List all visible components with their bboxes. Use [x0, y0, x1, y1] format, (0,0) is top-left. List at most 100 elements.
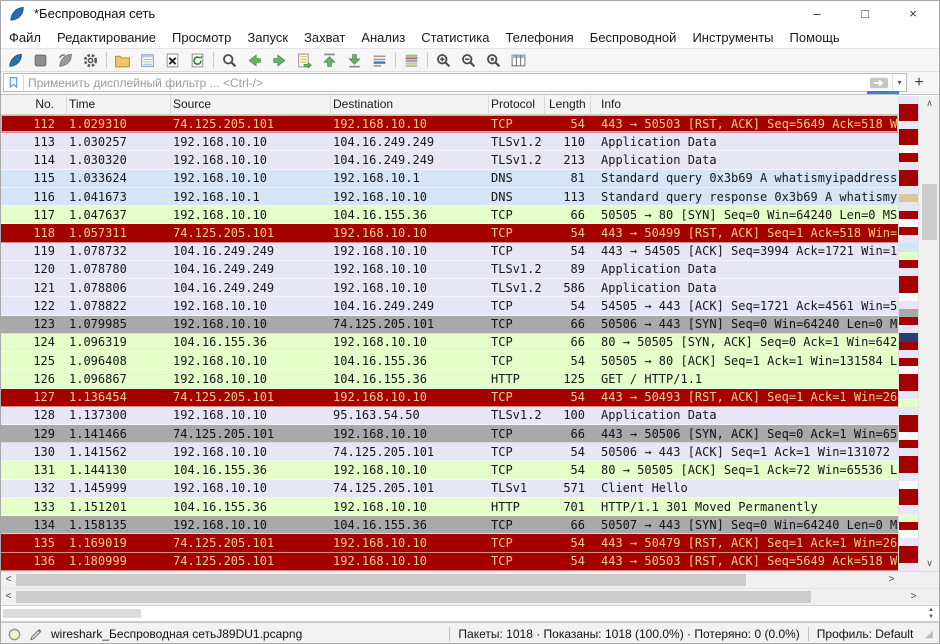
scroll-left-icon[interactable]: < [1, 589, 16, 605]
horizontal-scrollbar-thumb[interactable] [16, 574, 746, 586]
packet-row-121[interactable]: 1211.078806104.16.249.249192.168.10.10TL… [1, 279, 898, 297]
filter-bar: ▾ + [1, 72, 939, 95]
column-header-no[interactable]: No. [1, 95, 67, 114]
pane-spinner-icons[interactable]: ▲▼ [928, 607, 934, 621]
horizontal-scrollbar-pane[interactable]: < > [1, 588, 940, 605]
collapsed-pane-thumb[interactable] [3, 609, 141, 618]
menu-item-10[interactable]: Инструменты [684, 30, 781, 45]
packet-row-127[interactable]: 1271.13645474.125.205.101192.168.10.10TC… [1, 389, 898, 407]
packet-row-122[interactable]: 1221.078822192.168.10.10104.16.249.249TC… [1, 297, 898, 315]
packet-row-113[interactable]: 1131.030257192.168.10.10104.16.249.249TL… [1, 133, 898, 151]
packet-row-126[interactable]: 1261.096867192.168.10.10104.16.155.36HTT… [1, 370, 898, 388]
scroll-up-icon[interactable]: ∧ [919, 96, 940, 111]
packet-row-133[interactable]: 1331.151201104.16.155.36192.168.10.10HTT… [1, 498, 898, 516]
packet-row-114[interactable]: 1141.030320192.168.10.10104.16.249.249TL… [1, 151, 898, 169]
save-file-button[interactable] [135, 49, 160, 71]
packet-minimap[interactable] [898, 96, 918, 571]
packet-cell-destination: 192.168.10.10 [331, 554, 489, 568]
packet-row-112[interactable]: 1121.02931074.125.205.101192.168.10.10TC… [1, 115, 898, 133]
zoom-reset-button[interactable] [481, 49, 506, 71]
packet-row-130[interactable]: 1301.141562192.168.10.1074.125.205.101TC… [1, 443, 898, 461]
zoom-in-button[interactable] [431, 49, 456, 71]
packet-row-118[interactable]: 1181.05731174.125.205.101192.168.10.10TC… [1, 224, 898, 242]
find-packet-button[interactable] [217, 49, 242, 71]
column-header-info[interactable]: Info [591, 95, 898, 114]
capture-options-button[interactable] [78, 49, 103, 71]
menu-item-11[interactable]: Помощь [782, 30, 848, 45]
packet-row-125[interactable]: 1251.096408192.168.10.10104.16.155.36TCP… [1, 352, 898, 370]
packet-row-134[interactable]: 1341.158135192.168.10.10104.16.155.36TCP… [1, 516, 898, 534]
expert-info-icon[interactable] [7, 627, 22, 642]
maximize-button[interactable]: □ [841, 1, 889, 26]
packet-row-115[interactable]: 1151.033624192.168.10.10192.168.10.1DNS8… [1, 170, 898, 188]
close-button[interactable]: × [889, 1, 937, 26]
menu-item-2[interactable]: Редактирование [49, 30, 164, 45]
packet-row-123[interactable]: 1231.079985192.168.10.1074.125.205.101TC… [1, 316, 898, 334]
packet-row-135[interactable]: 1351.16901974.125.205.101192.168.10.10TC… [1, 534, 898, 552]
packet-cell-length: 54 [545, 554, 591, 568]
previous-packet-button[interactable] [242, 49, 267, 71]
packet-row-136[interactable]: 1361.18099974.125.205.101192.168.10.10TC… [1, 553, 898, 571]
packet-row-117[interactable]: 1171.047637192.168.10.10104.16.155.36TCP… [1, 206, 898, 224]
filter-dropdown-caret-icon[interactable]: ▾ [892, 74, 906, 91]
menu-item-5[interactable]: Захват [296, 30, 353, 45]
filter-bookmark-icon[interactable] [4, 74, 24, 91]
minimize-button[interactable]: – [793, 1, 841, 26]
stop-capture-button[interactable] [28, 49, 53, 71]
close-file-button[interactable] [160, 49, 185, 71]
colorize-button[interactable] [399, 49, 424, 71]
packet-row-120[interactable]: 1201.078780104.16.249.249192.168.10.10TL… [1, 261, 898, 279]
zoom-out-button[interactable] [456, 49, 481, 71]
goto-packet-button[interactable] [292, 49, 317, 71]
menu-item-8[interactable]: Телефония [497, 30, 581, 45]
horizontal-scrollbar-thumb[interactable] [16, 591, 811, 603]
next-packet-button[interactable] [267, 49, 292, 71]
scroll-right-icon[interactable]: > [906, 589, 921, 605]
vertical-scrollbar[interactable]: ∧ ∨ [918, 96, 940, 571]
column-header-source[interactable]: Source [171, 95, 331, 114]
scroll-down-icon[interactable]: ∨ [919, 556, 940, 571]
last-packet-button[interactable] [342, 49, 367, 71]
packet-row-119[interactable]: 1191.078732104.16.249.249192.168.10.10TC… [1, 243, 898, 261]
reload-file-button[interactable] [185, 49, 210, 71]
packet-row-124[interactable]: 1241.096319104.16.155.36192.168.10.10TCP… [1, 334, 898, 352]
packet-row-128[interactable]: 1281.137300192.168.10.1095.163.54.50TLSv… [1, 407, 898, 425]
capture-comment-pen-icon[interactable] [29, 627, 44, 642]
display-filter-input[interactable] [24, 74, 866, 91]
add-filter-button[interactable]: + [907, 73, 931, 92]
menu-item-6[interactable]: Анализ [353, 30, 413, 45]
vertical-scrollbar-thumb[interactable] [922, 184, 937, 240]
scroll-left-icon[interactable]: < [1, 572, 16, 588]
packet-row-116[interactable]: 1161.041673192.168.10.1192.168.10.10DNS1… [1, 188, 898, 206]
column-header-length[interactable]: Length [545, 95, 591, 114]
column-header-protocol[interactable]: Protocol [489, 95, 545, 114]
menu-item-4[interactable]: Запуск [239, 30, 296, 45]
packet-cell-length: 54 [545, 299, 591, 313]
horizontal-scrollbar-list[interactable]: < > [1, 571, 940, 588]
packet-cell-no: 124 [1, 335, 67, 349]
autoscroll-button[interactable] [367, 49, 392, 71]
menu-item-9[interactable]: Беспроводной [582, 30, 685, 45]
open-file-button[interactable] [110, 49, 135, 71]
menu-item-7[interactable]: Статистика [413, 30, 497, 45]
packet-row-129[interactable]: 1291.14146674.125.205.101192.168.10.10TC… [1, 425, 898, 443]
packet-cell-no: 132 [1, 481, 67, 495]
first-packet-button[interactable] [317, 49, 342, 71]
menu-item-3[interactable]: Просмотр [164, 30, 239, 45]
scroll-right-icon[interactable]: > [884, 572, 899, 588]
menu-item-1[interactable]: Файл [1, 30, 49, 45]
packet-cell-destination: 104.16.249.249 [331, 135, 489, 149]
apply-filter-icon[interactable] [866, 74, 892, 91]
restart-capture-button[interactable] [53, 49, 78, 71]
start-capture-button[interactable] [3, 49, 28, 71]
packet-cell-protocol: DNS [489, 171, 545, 185]
resize-grip-icon[interactable]: ◢ [925, 629, 933, 640]
profile-label[interactable]: Профиль: Default [817, 627, 914, 641]
packet-row-131[interactable]: 1311.144130104.16.155.36192.168.10.10TCP… [1, 461, 898, 479]
resize-columns-button[interactable] [506, 49, 531, 71]
packet-cell-length: 54 [545, 244, 591, 258]
column-header-time[interactable]: Time [67, 95, 171, 114]
column-header-destination[interactable]: Destination [331, 95, 489, 114]
packet-cell-time: 1.047637 [67, 208, 171, 222]
packet-row-132[interactable]: 1321.145999192.168.10.1074.125.205.101TL… [1, 480, 898, 498]
